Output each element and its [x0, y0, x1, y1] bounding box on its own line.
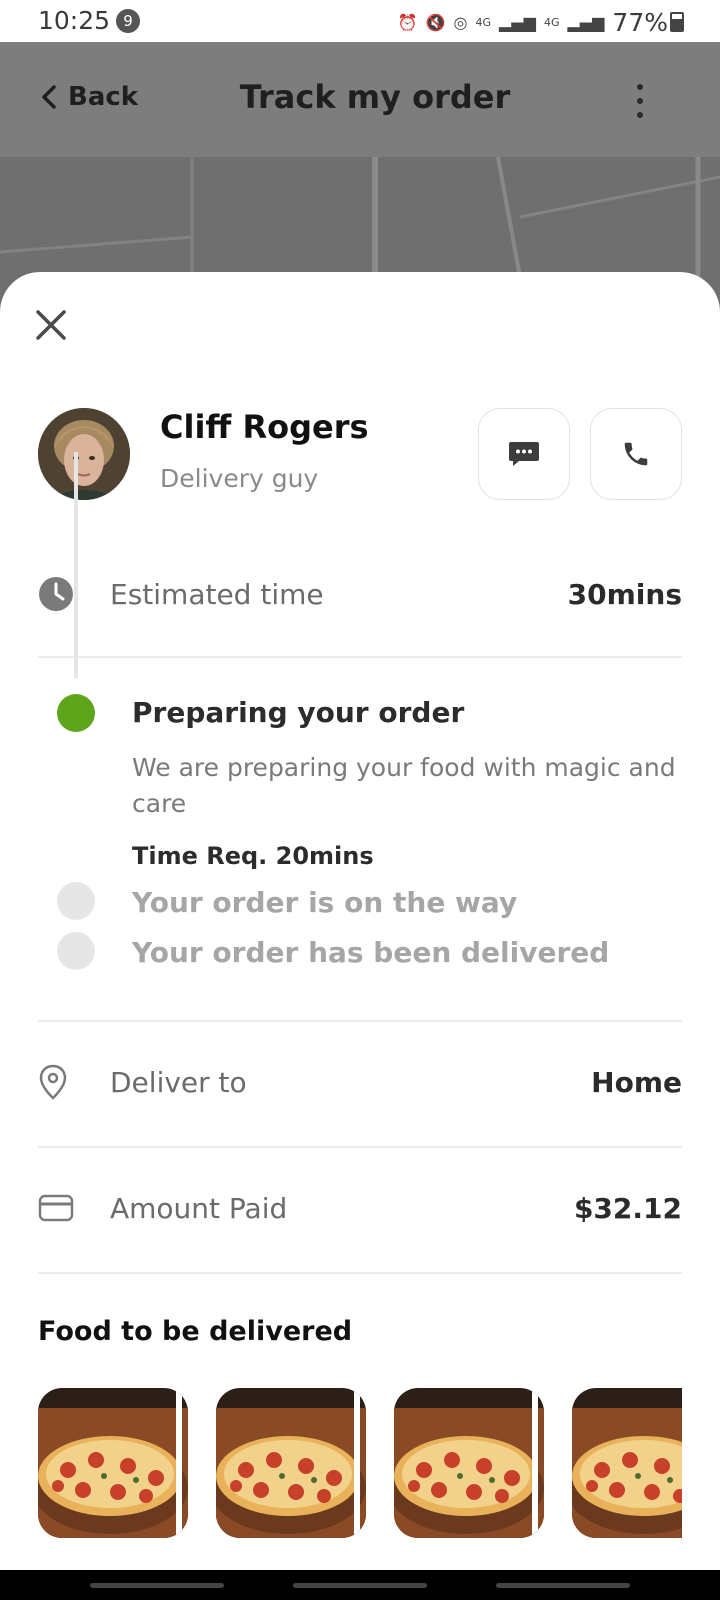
location-pin-icon	[39, 1064, 67, 1100]
food-item-pizza[interactable]	[572, 1388, 682, 1538]
amount-paid-label: Amount Paid	[110, 1191, 288, 1225]
page-title: Track my order	[239, 78, 511, 116]
system-nav-bar	[0, 1570, 720, 1600]
status-time: 10:25	[38, 6, 111, 35]
status-icons: ⏰ 🔇 ◎ 4G ▂▄▆ 4G ▂▄▆ 77%	[398, 8, 668, 37]
battery-percent: 77%	[612, 8, 668, 37]
order-sheet: Cliff Rogers Delivery guy Estimated time…	[0, 272, 720, 1572]
estimated-time-row: Estimated time 30mins	[38, 564, 682, 624]
food-item-pizza[interactable]	[38, 1388, 188, 1538]
timeline-dot-active	[57, 694, 95, 732]
deliver-to-row[interactable]: Deliver to Home	[38, 1052, 682, 1112]
amount-paid-row: Amount Paid $32.12	[38, 1178, 682, 1238]
estimated-time-value: 30mins	[567, 577, 682, 611]
estimated-time-label: Estimated time	[110, 577, 324, 611]
notification-badge: 9	[116, 9, 140, 33]
food-item-pizza[interactable]	[216, 1388, 366, 1538]
message-button[interactable]	[478, 408, 570, 500]
clock-icon	[39, 577, 73, 611]
courier-name: Cliff Rogers	[160, 408, 369, 446]
timeline-step-time: Time Req. 20mins	[132, 842, 374, 870]
chat-icon	[509, 442, 539, 466]
timeline-step-title: Your order is on the way	[132, 886, 518, 919]
nav-home-button[interactable]	[293, 1583, 427, 1588]
divider	[38, 1020, 682, 1022]
card-icon	[38, 1194, 74, 1222]
food-heading: Food to be delivered	[38, 1316, 353, 1347]
mute-icon: 🔇	[425, 13, 446, 32]
timeline-dot-pending	[57, 882, 95, 920]
status-bar: 10:25 9 ⏰ 🔇 ◎ 4G ▂▄▆ 4G ▂▄▆ 77%	[0, 0, 720, 42]
signal-icon: ▂▄▆	[499, 13, 536, 32]
pizza-image	[572, 1388, 682, 1538]
timeline-line	[74, 452, 78, 678]
timeline-step-title: Preparing your order	[132, 696, 465, 729]
divider	[38, 656, 682, 658]
network-1-label: 4G	[475, 16, 492, 29]
food-carousel[interactable]	[38, 1388, 682, 1538]
alarm-icon: ⏰	[397, 13, 418, 32]
pizza-image	[394, 1388, 544, 1538]
deliver-to-label: Deliver to	[110, 1065, 247, 1099]
divider	[38, 1272, 682, 1274]
courier-role: Delivery guy	[160, 464, 319, 493]
divider	[38, 1146, 682, 1148]
deliver-to-value: Home	[591, 1065, 682, 1099]
avatar	[38, 408, 130, 500]
hotspot-icon: ◎	[453, 13, 468, 32]
signal-icon: ▂▄▆	[567, 13, 605, 32]
close-icon[interactable]	[34, 308, 68, 342]
timeline-step-description: We are preparing your food with magic an…	[132, 753, 676, 818]
courier-portrait	[38, 408, 130, 500]
network-2-label: 4G	[543, 16, 560, 29]
timeline-step-title: Your order has been delivered	[132, 936, 610, 969]
pizza-image	[38, 1388, 188, 1538]
timeline-dot-pending	[57, 932, 95, 970]
food-item-pizza[interactable]	[394, 1388, 544, 1538]
phone-icon	[624, 442, 648, 466]
call-button[interactable]	[590, 408, 682, 500]
amount-paid-value: $32.12	[573, 1191, 682, 1225]
header: Back Track my order	[0, 42, 720, 157]
battery-icon	[670, 12, 684, 32]
nav-recent-button[interactable]	[90, 1583, 224, 1588]
pizza-image	[216, 1388, 366, 1538]
more-options-icon[interactable]	[634, 84, 646, 118]
nav-back-button[interactable]	[496, 1583, 630, 1588]
